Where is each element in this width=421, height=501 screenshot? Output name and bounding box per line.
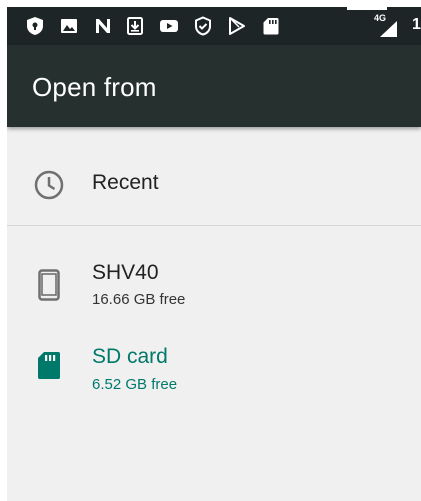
page-title: Open from — [32, 72, 157, 102]
root-summary: 6.52 GB free — [92, 376, 178, 393]
signal-icon — [379, 19, 399, 39]
youtube-icon — [159, 16, 179, 36]
status-bar-notch — [347, 7, 387, 10]
app-bar: Open from — [7, 45, 421, 127]
n-logo-icon — [93, 16, 113, 36]
divider — [7, 225, 421, 226]
sd-card-icon — [33, 349, 65, 381]
root-item-shv40[interactable]: SHV40 16.66 GB free — [7, 245, 421, 325]
shield-icon — [25, 16, 45, 36]
root-summary: 16.66 GB free — [92, 291, 186, 308]
phone-icon — [33, 269, 65, 301]
root-item-sd-card[interactable]: SD card 6.52 GB free — [7, 327, 421, 407]
sd-card-icon — [261, 16, 281, 36]
root-title: SD card — [92, 345, 168, 368]
status-time: 1 — [412, 16, 421, 33]
shield-check-icon — [193, 16, 213, 36]
image-icon — [59, 16, 79, 36]
status-bar: 4G 1 — [7, 7, 421, 45]
download-icon — [125, 16, 145, 36]
root-title: Recent — [92, 171, 159, 194]
device-screen: 4G 1 Open from Recent SHV40 16.66 GB fre… — [7, 7, 421, 501]
clock-icon — [33, 169, 65, 201]
play-store-icon — [227, 16, 247, 36]
root-item-recent[interactable]: Recent — [7, 127, 421, 225]
root-title: SHV40 — [92, 261, 159, 284]
